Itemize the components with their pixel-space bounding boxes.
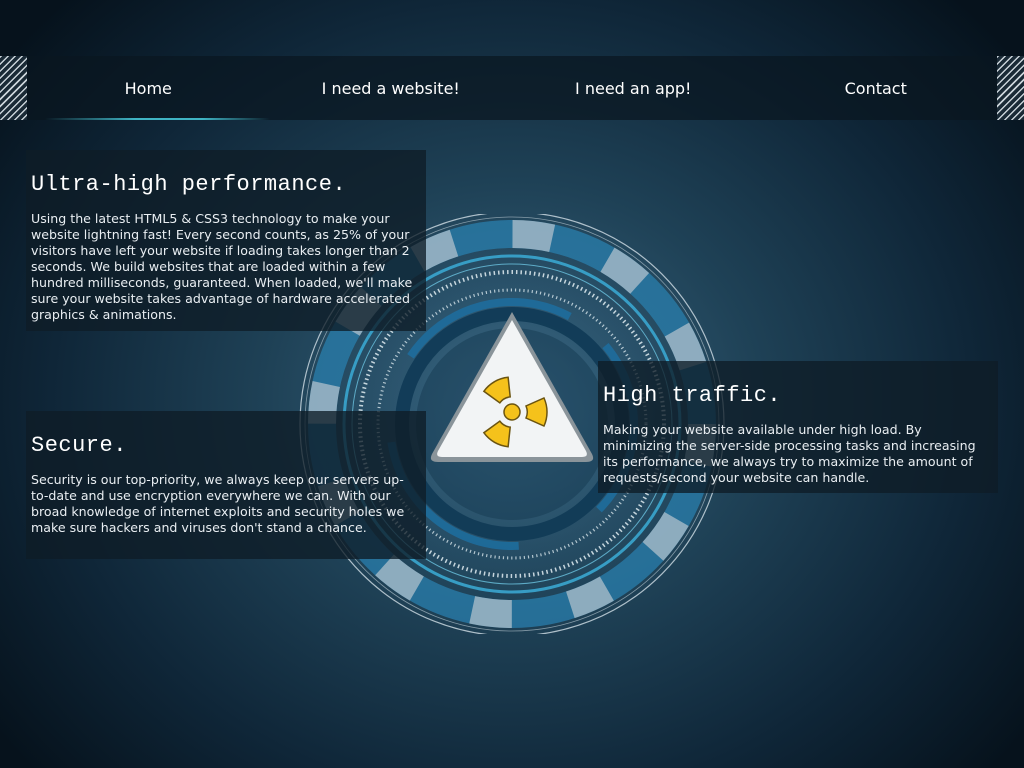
feature-performance-text: Using the latest HTML5 & CSS3 technology… bbox=[31, 211, 413, 322]
nav-hatch-right bbox=[997, 56, 1024, 120]
nav-item-website[interactable]: I need a website! bbox=[270, 56, 513, 120]
feature-secure-title: Secure. bbox=[31, 433, 127, 458]
top-navigation: Home I need a website! I need an app! Co… bbox=[0, 56, 1024, 120]
nav-item-app[interactable]: I need an app! bbox=[512, 56, 755, 120]
feature-traffic-title: High traffic. bbox=[603, 383, 782, 408]
feature-secure-text: Security is our top-priority, we always … bbox=[31, 472, 405, 535]
feature-secure: Secure. Security is our top-priority, we… bbox=[26, 411, 426, 559]
nav-item-contact[interactable]: Contact bbox=[755, 56, 998, 120]
nav-hatch-left bbox=[0, 56, 27, 120]
feature-performance-title: Ultra-high performance. bbox=[31, 172, 347, 197]
feature-traffic: High traffic. Making your website availa… bbox=[598, 361, 998, 493]
feature-traffic-text: Making your website available under high… bbox=[603, 422, 976, 485]
nav-item-home[interactable]: Home bbox=[27, 56, 270, 120]
feature-performance: Ultra-high performance. Using the latest… bbox=[26, 150, 426, 331]
nav-bar: Home I need a website! I need an app! Co… bbox=[27, 56, 997, 120]
